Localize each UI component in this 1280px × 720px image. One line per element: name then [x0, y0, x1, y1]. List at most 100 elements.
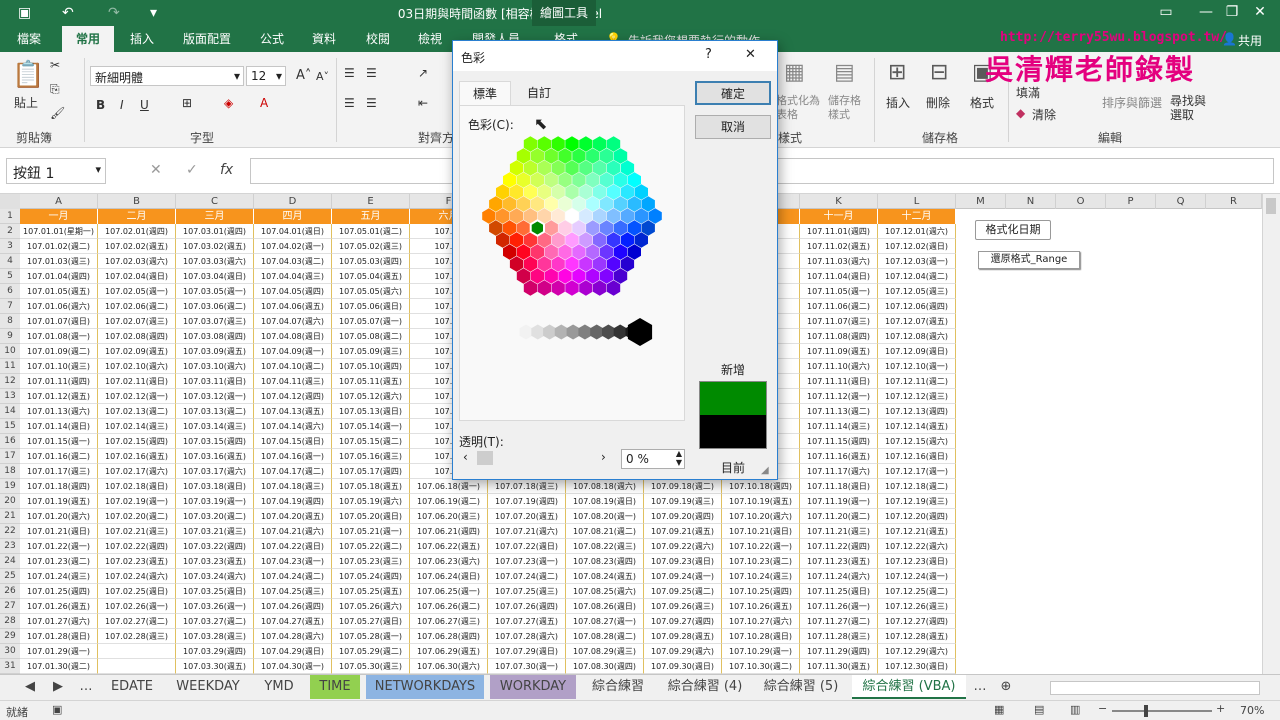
color-swatch[interactable] — [593, 232, 607, 248]
grey-swatch[interactable] — [519, 324, 533, 340]
date-cell[interactable]: 107.11.04(週日) — [800, 269, 878, 284]
row-header[interactable]: 3 — [0, 239, 20, 254]
date-cell[interactable]: 107.04.21(週六) — [254, 524, 332, 539]
row-header[interactable]: 22 — [0, 524, 20, 539]
date-cell[interactable]: 107.05.17(週四) — [332, 464, 410, 479]
color-swatch[interactable] — [600, 172, 614, 188]
date-cell[interactable]: 107.10.23(週二) — [722, 554, 800, 569]
color-swatch[interactable] — [565, 280, 579, 296]
row-header[interactable]: 25 — [0, 569, 20, 584]
column-header[interactable]: P — [1106, 194, 1156, 209]
date-cell[interactable]: 107.04.07(週六) — [254, 314, 332, 329]
color-swatch[interactable] — [537, 256, 551, 272]
date-cell[interactable]: 107.03.27(週二) — [176, 614, 254, 629]
date-cell[interactable]: 107.03.12(週一) — [176, 389, 254, 404]
sheet-tab-edate[interactable]: EDATE — [102, 675, 162, 699]
color-swatch[interactable] — [613, 148, 628, 164]
date-cell[interactable]: 107.03.26(週一) — [176, 599, 254, 614]
date-cell[interactable]: 107.02.08(週四) — [98, 329, 176, 344]
date-cell[interactable]: 107.01.08(週一) — [20, 329, 98, 344]
row-header[interactable]: 16 — [0, 434, 20, 449]
tab-formulas[interactable]: 公式 — [254, 26, 290, 52]
date-cell[interactable]: 107.04.16(週一) — [254, 449, 332, 464]
date-cell[interactable]: 107.03.09(週五) — [176, 344, 254, 359]
date-cell[interactable]: 107.03.06(週二) — [176, 299, 254, 314]
color-swatch[interactable] — [523, 184, 538, 200]
date-cell[interactable]: 107.03.17(週六) — [176, 464, 254, 479]
page-layout-view-icon[interactable]: ▤ — [1034, 703, 1044, 716]
date-cell[interactable]: 107.12.23(週日) — [878, 554, 956, 569]
date-cell[interactable]: 107.06.25(週一) — [410, 584, 488, 599]
date-cell[interactable]: 107.05.12(週六) — [332, 389, 410, 404]
row-header[interactable]: 5 — [0, 269, 20, 284]
date-cell[interactable]: 107.03.08(週四) — [176, 329, 254, 344]
tab-page-layout[interactable]: 版面配置 — [176, 26, 238, 52]
date-cell[interactable]: 107.08.21(週二) — [566, 524, 644, 539]
date-cell[interactable]: 107.04.09(週一) — [254, 344, 332, 359]
date-cell[interactable]: 107.07.29(週日) — [488, 644, 566, 659]
date-cell[interactable]: 107.10.30(週二) — [722, 659, 800, 674]
color-swatch[interactable] — [503, 172, 517, 188]
date-cell[interactable]: 107.08.28(週二) — [566, 629, 644, 644]
date-cell[interactable]: 107.08.18(週六) — [566, 479, 644, 494]
grey-swatch[interactable] — [602, 324, 615, 340]
date-cell[interactable]: 107.05.08(週二) — [332, 329, 410, 344]
date-cell[interactable]: 107.01.22(週一) — [20, 539, 98, 554]
more-sheets-icon[interactable]: … — [972, 675, 988, 699]
color-swatch[interactable] — [537, 280, 551, 296]
date-cell[interactable]: 107.11.28(週三) — [800, 629, 878, 644]
date-cell[interactable]: 107.01.15(週一) — [20, 434, 98, 449]
color-swatch[interactable] — [565, 232, 579, 248]
date-cell[interactable]: 107.04.22(週日) — [254, 539, 332, 554]
color-swatch[interactable] — [503, 220, 517, 236]
color-swatch[interactable] — [509, 208, 524, 224]
date-cell[interactable]: 107.05.06(週日) — [332, 299, 410, 314]
color-swatch[interactable] — [600, 244, 614, 260]
cell-styles-button[interactable]: 儲存格樣式 — [828, 94, 868, 122]
date-cell[interactable]: 107.05.03(週四) — [332, 254, 410, 269]
date-cell[interactable]: 107.03.20(週二) — [176, 509, 254, 524]
date-cell[interactable]: 107.09.24(週一) — [644, 569, 722, 584]
color-swatch[interactable] — [496, 184, 510, 200]
date-cell[interactable]: 107.12.15(週六) — [878, 434, 956, 449]
normal-view-icon[interactable]: ▦ — [994, 703, 1004, 716]
color-swatch[interactable] — [523, 280, 538, 296]
date-cell[interactable]: 107.07.21(週六) — [488, 524, 566, 539]
date-cell[interactable]: 107.06.26(週二) — [410, 599, 488, 614]
color-swatch[interactable] — [606, 280, 621, 296]
spin-up-icon[interactable]: ▲ ▼ — [676, 449, 682, 467]
row-header[interactable]: 15 — [0, 419, 20, 434]
color-swatch[interactable] — [551, 184, 565, 200]
color-swatch[interactable] — [586, 172, 600, 188]
date-cell[interactable]: 107.11.13(週二) — [800, 404, 878, 419]
color-swatch[interactable] — [537, 160, 551, 176]
date-cell[interactable]: 107.05.22(週二) — [332, 539, 410, 554]
delete-cells-button[interactable]: 刪除 — [926, 94, 950, 111]
color-swatch[interactable] — [634, 232, 648, 248]
grey-swatch[interactable] — [531, 324, 545, 340]
date-cell[interactable]: 107.05.01(週二) — [332, 224, 410, 239]
date-cell[interactable]: 107.12.19(週三) — [878, 494, 956, 509]
date-cell[interactable]: 107.02.14(週三) — [98, 419, 176, 434]
color-swatch[interactable] — [606, 208, 621, 224]
tab-custom[interactable]: 自訂 — [515, 81, 563, 105]
date-cell[interactable]: 107.12.08(週六) — [878, 329, 956, 344]
date-cell[interactable]: 107.02.16(週五) — [98, 449, 176, 464]
color-swatch[interactable] — [600, 148, 614, 164]
date-cell[interactable]: 107.01.11(週四) — [20, 374, 98, 389]
date-cell[interactable]: 107.05.11(週五) — [332, 374, 410, 389]
date-cell[interactable]: 107.11.25(週日) — [800, 584, 878, 599]
date-cell[interactable]: 107.05.07(週一) — [332, 314, 410, 329]
date-cell[interactable]: 107.08.29(週三) — [566, 644, 644, 659]
color-swatch[interactable] — [565, 256, 579, 272]
color-swatch[interactable] — [551, 136, 565, 152]
date-cell[interactable]: 107.02.07(週三) — [98, 314, 176, 329]
date-cell[interactable]: 107.03.23(週五) — [176, 554, 254, 569]
format-date-shape-button[interactable]: 格式化日期 — [975, 220, 1051, 240]
column-header[interactable]: O — [1056, 194, 1106, 209]
bold-button[interactable]: B — [96, 98, 105, 112]
date-cell[interactable]: 107.04.03(週二) — [254, 254, 332, 269]
row-header[interactable]: 31 — [0, 659, 20, 674]
color-swatch[interactable] — [600, 196, 614, 212]
date-cell[interactable]: 107.12.06(週四) — [878, 299, 956, 314]
